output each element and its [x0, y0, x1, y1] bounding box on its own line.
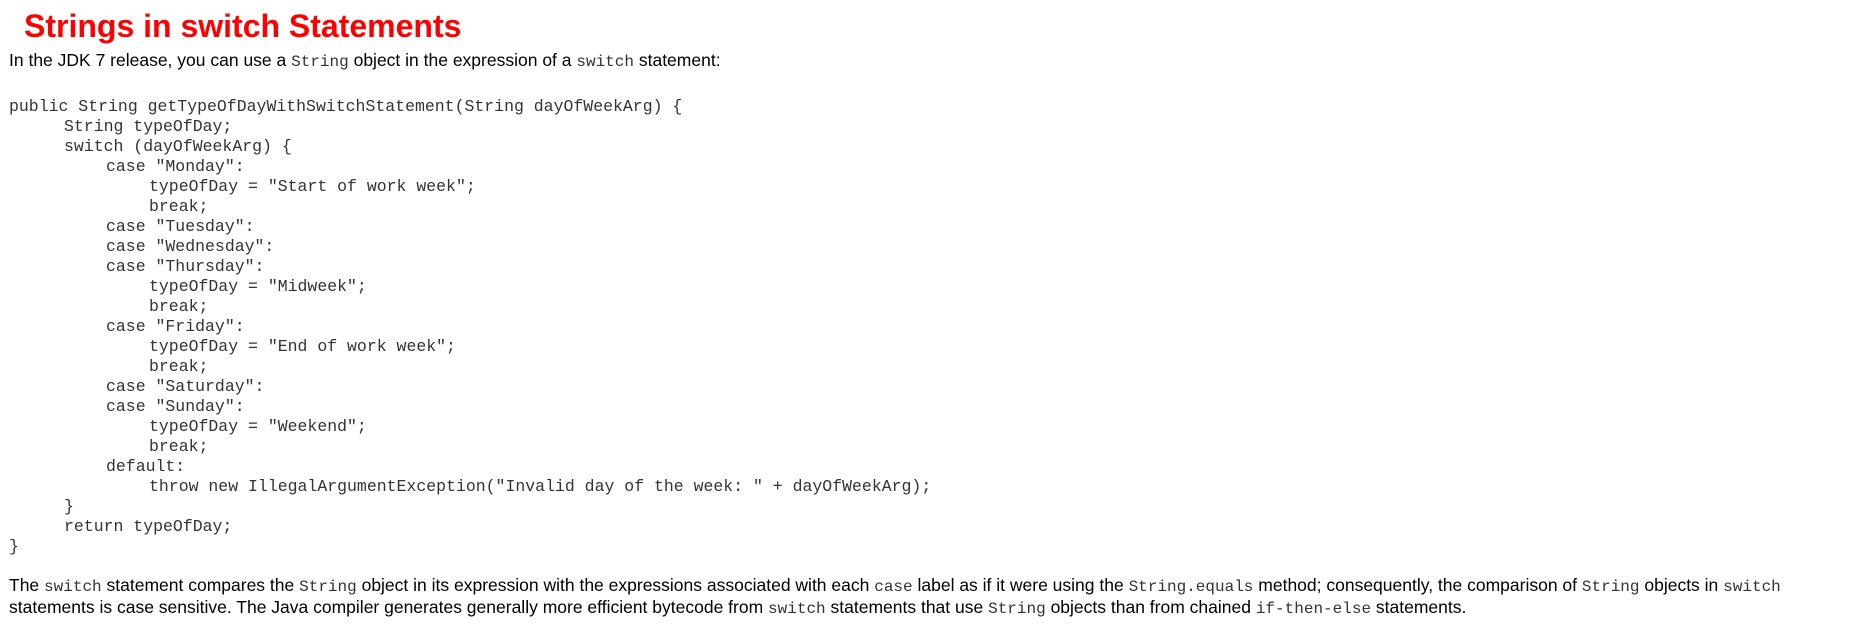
code-line: typeOfDay = "Midweek"; — [149, 277, 367, 296]
explanation-line-2: statements is case sensitive. The Java c… — [9, 596, 1466, 620]
inline-code: switch — [44, 578, 102, 596]
code-line: case "Sunday": — [106, 397, 245, 416]
inline-code: switch — [576, 53, 634, 71]
body-text: objects in — [1639, 575, 1724, 595]
body-text: statements. — [1371, 597, 1467, 617]
code-line: case "Monday": — [106, 157, 245, 176]
code-line: switch (dayOfWeekArg) { — [64, 137, 292, 156]
inline-code: String — [1581, 578, 1640, 596]
page-title: Strings in switch Statements — [24, 8, 462, 44]
code-line: default: — [106, 457, 186, 476]
code-line: case "Saturday": — [106, 377, 265, 396]
code-line: break; — [149, 357, 209, 376]
code-line: throw new IllegalArgumentException("Inva… — [149, 477, 932, 496]
code-block: public String getTypeOfDayWithSwitchStat… — [9, 97, 931, 557]
explanation-line-1: The switch statement compares the String… — [9, 574, 1781, 598]
inline-code: switch — [1723, 578, 1781, 596]
code-line: break; — [149, 297, 209, 316]
inline-code: String.equals — [1128, 578, 1254, 596]
body-text: statements is case sensitive. The Java c… — [9, 597, 769, 617]
body-text: label as if it were using the — [912, 575, 1129, 595]
code-line: break; — [149, 437, 209, 456]
code-line: } — [64, 497, 74, 516]
body-text: The — [9, 575, 45, 595]
code-line: case "Tuesday": — [106, 217, 255, 236]
body-text: method; consequently, the comparison of — [1253, 575, 1582, 595]
code-line: typeOfDay = "Start of work week"; — [149, 177, 476, 196]
intro-text: statement: — [633, 50, 721, 70]
code-line: typeOfDay = "Weekend"; — [149, 417, 367, 436]
inline-code: switch — [768, 600, 826, 618]
code-line: case "Wednesday": — [106, 237, 275, 256]
body-text: statement compares the — [101, 575, 300, 595]
code-line: public String getTypeOfDayWithSwitchStat… — [9, 97, 683, 116]
inline-code: case — [874, 578, 913, 596]
inline-code: String — [299, 578, 357, 596]
document-page: Strings in switch Statements In the JDK … — [0, 0, 1876, 626]
inline-code: String — [988, 600, 1046, 618]
intro-text: object in the expression of a — [348, 50, 577, 70]
code-line: typeOfDay = "End of work week"; — [149, 337, 456, 356]
code-line: return typeOfDay; — [64, 517, 233, 536]
code-line: } — [9, 537, 19, 556]
intro-text: In the JDK 7 release, you can use a — [9, 50, 292, 70]
body-text: object in its expression with the expres… — [356, 575, 875, 595]
code-line: break; — [149, 197, 209, 216]
inline-code: String — [291, 53, 349, 71]
body-text: statements that use — [825, 597, 989, 617]
inline-code: if-then-else — [1255, 600, 1372, 618]
intro-paragraph: In the JDK 7 release, you can use a Stri… — [9, 49, 721, 73]
code-line: case "Friday": — [106, 317, 245, 336]
code-line: String typeOfDay; — [64, 117, 233, 136]
body-text: objects than from chained — [1045, 597, 1256, 617]
code-line: case "Thursday": — [106, 257, 265, 276]
